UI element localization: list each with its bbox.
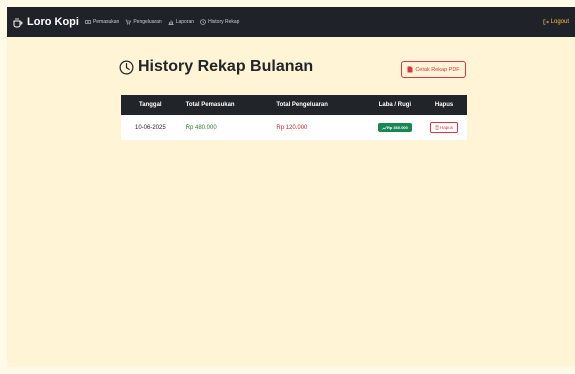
brand[interactable]: Loro Kopi <box>13 16 79 28</box>
page-background <box>7 37 575 367</box>
col-header-laba-rugi: Laba / Rugi <box>378 102 412 108</box>
profit-badge: Rp 360.000 <box>377 123 412 132</box>
coffee-cup-icon <box>13 17 23 27</box>
trash-icon <box>435 125 439 130</box>
brand-name: Loro Kopi <box>27 16 79 28</box>
money-icon <box>85 20 91 24</box>
cell-pemasukan: Rp 480.000 <box>179 115 271 140</box>
nav-item-laporan[interactable]: Laporan <box>168 19 194 25</box>
col-header-pemasukan: Total Pemasukan <box>185 102 235 108</box>
top-navbar: Loro Kopi Pemasukan Pengeluaran Laporan … <box>7 7 575 37</box>
print-pdf-label: Cetak Rekap PDF <box>415 66 460 73</box>
nav-item-label: Pemasukan <box>92 19 120 25</box>
cart-icon <box>125 19 132 25</box>
clock-icon <box>200 19 206 25</box>
logout-icon <box>543 19 549 25</box>
cell-tanggal: 10-06-2025 <box>121 115 180 140</box>
page-title: History Rekap Bulanan <box>119 58 313 76</box>
nav-item-pengeluaran[interactable]: Pengeluaran <box>125 19 162 25</box>
chart-icon <box>168 20 174 25</box>
rekap-table: Tanggal Total Pemasukan Total Pengeluara… <box>121 95 467 140</box>
col-header-tanggal: Tanggal <box>139 102 162 108</box>
delete-button[interactable]: Hapus <box>430 122 459 133</box>
table-row: 10-06-2025 Rp 480.000 Rp 120.000 Rp 360.… <box>121 115 467 140</box>
nav-item-history-rekap[interactable]: History Rekap <box>200 19 239 25</box>
col-header-pengeluaran: Total Pengeluaran <box>276 102 328 108</box>
logout-button[interactable]: Logout <box>543 7 569 37</box>
pdf-file-icon <box>407 66 413 73</box>
cell-pengeluaran: Rp 120.000 <box>270 115 369 140</box>
delete-label: Hapus <box>440 125 454 130</box>
cell-laba-rugi: Rp 360.000 <box>368 115 422 140</box>
table-header-row: Tanggal Total Pemasukan Total Pengeluara… <box>121 95 467 115</box>
nav-item-pemasukan[interactable]: Pemasukan <box>85 19 119 25</box>
nav-links: Pemasukan Pengeluaran Laporan History Re… <box>85 19 246 25</box>
clock-icon <box>119 60 134 74</box>
print-pdf-button[interactable]: Cetak Rekap PDF <box>401 61 466 78</box>
col-header-hapus: Hapus <box>434 102 454 108</box>
nav-item-label: Laporan <box>175 19 195 25</box>
logout-label: Logout <box>550 19 569 25</box>
nav-item-label: History Rekap <box>208 19 240 25</box>
cell-hapus: Hapus <box>421 115 467 140</box>
nav-item-label: Pengeluaran <box>133 19 162 25</box>
profit-value: Rp 360.000 <box>386 125 408 130</box>
page-title-text: History Rekap Bulanan <box>138 58 314 75</box>
